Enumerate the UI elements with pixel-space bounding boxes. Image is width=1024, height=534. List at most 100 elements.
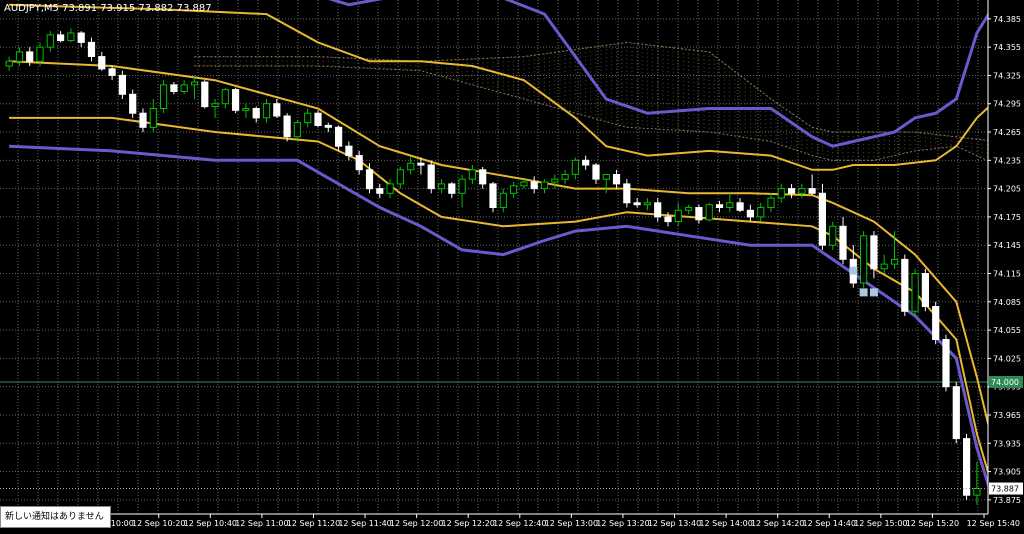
candle-bull	[468, 169, 476, 180]
candle-bear	[139, 112, 147, 128]
candle-bear	[901, 258, 909, 312]
x-tick-label: 12 Sep 15:20	[906, 519, 959, 528]
candle-bull	[149, 108, 157, 128]
candle-bear	[612, 174, 621, 185]
candle-bull	[5, 60, 13, 67]
candle-bear	[654, 202, 662, 218]
candle-bear	[746, 209, 754, 218]
level-price-tag-label: 74.000	[991, 378, 1019, 387]
candle-bull	[674, 209, 682, 223]
candle-bull	[293, 122, 301, 138]
y-tick-label: 74.145	[993, 241, 1021, 250]
x-tick-label: 12 Sep 15:40	[967, 519, 1020, 528]
candle-bull	[458, 178, 466, 194]
price-chart[interactable]: 74.385 74.355 74.325 74.295 74.265 74.235 74.2…	[0, 0, 1024, 534]
y-tick-label: 73.935	[993, 439, 1021, 448]
candle-bull	[510, 185, 518, 194]
x-tick-label: 12 Sep 11:40	[338, 519, 391, 528]
candle-bear	[314, 112, 322, 126]
candle-bear	[417, 162, 425, 166]
candle-bear	[26, 51, 34, 62]
x-tick-label: 12 Sep 15:00	[854, 519, 907, 528]
candle-bear	[582, 159, 590, 166]
bollinger-bands	[9, 0, 999, 515]
x-tick-label: 12 Sep 10:20	[132, 519, 185, 528]
y-tick-label: 74.085	[993, 298, 1021, 307]
candle-bear	[870, 235, 878, 270]
candle-bear	[201, 81, 209, 108]
candle-bear	[283, 115, 291, 138]
y-tick-label: 74.325	[993, 71, 1021, 80]
candle-bull	[304, 112, 312, 124]
candle-bull	[242, 108, 250, 111]
y-tick-label: 74.355	[993, 43, 1021, 52]
candle-bull	[685, 207, 693, 211]
candles	[5, 28, 981, 505]
candle-bull	[973, 488, 981, 496]
y-tick-label: 74.385	[993, 15, 1021, 24]
y-tick-label: 74.205	[993, 185, 1021, 194]
candle-bull	[67, 32, 75, 41]
x-tick-label: 12 Sep 13:00	[545, 519, 598, 528]
candle-bear	[932, 306, 940, 340]
candle-bear	[77, 32, 85, 43]
current-price-tag-label: 73.887	[991, 485, 1019, 494]
candle-bull	[798, 188, 806, 194]
candle-bear	[952, 386, 960, 440]
candle-bear	[839, 225, 847, 260]
candle-bear	[118, 74, 127, 95]
candle-bull	[860, 235, 868, 284]
candle-bear	[623, 183, 631, 204]
y-tick-label: 73.965	[993, 411, 1021, 420]
candle-bull	[705, 204, 713, 221]
candle-bull	[757, 207, 765, 218]
candle-bear	[273, 103, 281, 117]
candle-bear	[365, 169, 374, 190]
candle-bear	[324, 124, 332, 128]
notification-toast[interactable]: 新しい通知はありません	[0, 506, 111, 528]
candle-bull	[602, 174, 610, 180]
candle-bear	[252, 108, 260, 119]
candle-bear	[345, 145, 353, 157]
cloud-upper-line	[194, 41, 998, 142]
candle-bull	[829, 225, 837, 246]
candle-bull	[160, 84, 168, 110]
candle-bear	[129, 93, 137, 114]
x-tick-label: 12 Sep 14:00	[699, 519, 752, 528]
candle-bear	[232, 89, 240, 111]
candle-bear	[664, 216, 672, 223]
y-tick-label: 73.905	[993, 468, 1021, 477]
x-tick-label: 12 Sep 11:00	[235, 519, 288, 528]
signal-marker	[859, 288, 868, 297]
candle-bull	[880, 263, 888, 270]
bb-inner-upper	[9, 3, 999, 171]
candle-bear	[788, 188, 796, 194]
y-tick-label: 74.235	[993, 156, 1021, 165]
candle-bull	[520, 181, 528, 187]
candle-bull	[15, 51, 24, 62]
candle-bull	[221, 89, 229, 105]
candle-bear	[448, 183, 456, 194]
candle-bull	[911, 273, 919, 312]
candle-bear	[808, 188, 816, 194]
candle-bull	[777, 188, 785, 199]
candle-bear	[376, 188, 384, 194]
candle-bull	[726, 202, 734, 209]
candle-bull	[551, 178, 559, 183]
candle-bear	[633, 202, 641, 206]
candle-bear	[335, 126, 343, 147]
candle-bull	[211, 103, 219, 107]
candle-bear	[87, 41, 96, 58]
candle-bear	[479, 169, 487, 185]
x-tick-label: 12 Sep 13:20	[596, 519, 649, 528]
candle-bear	[108, 68, 116, 76]
x-tick-label: 12 Sep 14:20	[751, 519, 804, 528]
x-tick-label: 12 Sep 12:00	[390, 519, 443, 528]
candle-bull	[46, 34, 54, 48]
candle-bear	[355, 155, 363, 171]
candle-bull	[643, 202, 651, 206]
candle-bull	[767, 197, 775, 209]
candle-bear	[695, 207, 703, 221]
candle-bear	[170, 84, 178, 93]
candle-bear	[921, 273, 929, 307]
